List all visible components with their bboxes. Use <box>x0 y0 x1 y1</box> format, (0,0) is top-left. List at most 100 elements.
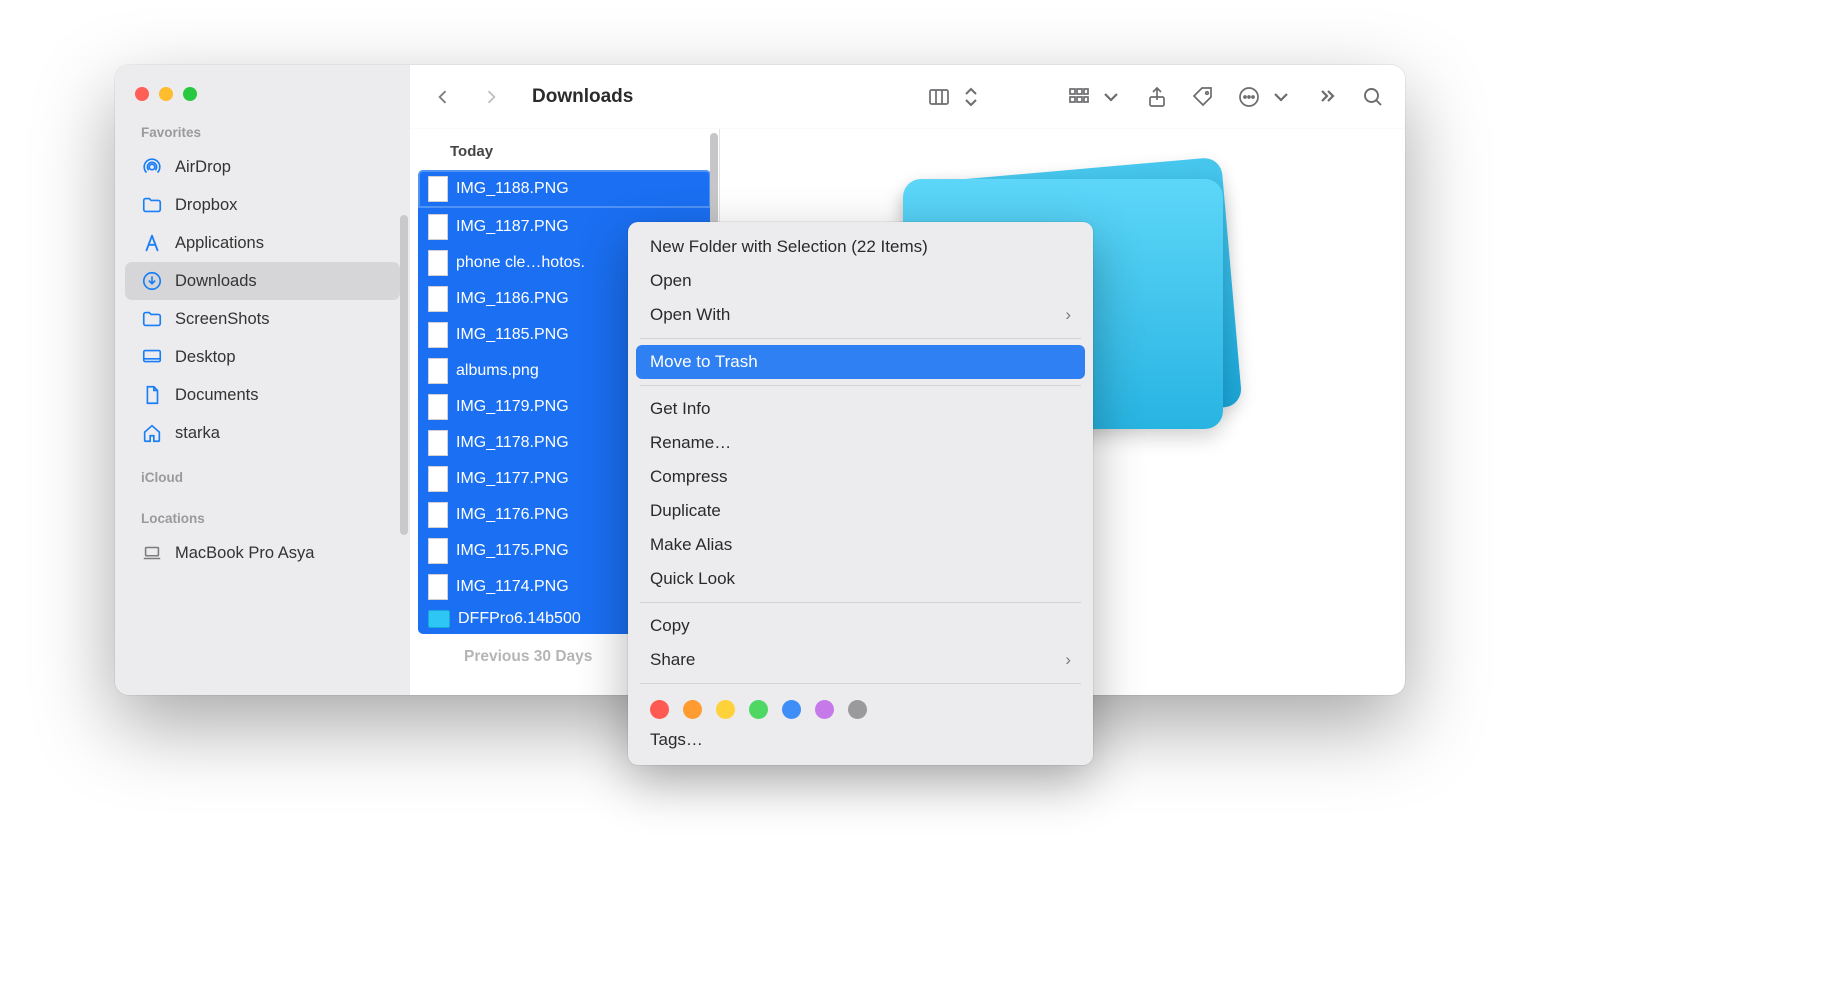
ctx-new-folder[interactable]: New Folder with Selection (22 Items) <box>636 230 1085 264</box>
file-thumb-icon <box>428 250 448 276</box>
ctx-duplicate[interactable]: Duplicate <box>636 494 1085 528</box>
doc-icon <box>141 384 163 406</box>
file-thumb-icon <box>428 214 448 240</box>
folder-icon <box>141 194 163 216</box>
folder-icon <box>428 610 450 628</box>
ctx-move-to-trash[interactable]: Move to Trash <box>636 345 1085 379</box>
ctx-separator <box>640 338 1081 339</box>
file-name: phone cle…hotos. <box>456 254 585 272</box>
file-name: albums.png <box>456 362 539 380</box>
ctx-copy[interactable]: Copy <box>636 609 1085 643</box>
tag-color[interactable] <box>749 700 768 719</box>
ctx-open-with[interactable]: Open With› <box>636 298 1085 332</box>
ctx-separator <box>640 683 1081 684</box>
tag-color[interactable] <box>716 700 735 719</box>
chevron-down-icon[interactable] <box>1099 85 1123 109</box>
ctx-tags[interactable]: Tags… <box>636 723 1085 757</box>
more-icon[interactable] <box>1237 85 1261 109</box>
file-name: IMG_1188.PNG <box>456 180 569 198</box>
file-thumb-icon <box>428 394 448 420</box>
forward-button[interactable] <box>478 84 504 110</box>
ctx-separator <box>640 602 1081 603</box>
search-icon[interactable] <box>1361 85 1385 109</box>
ctx-separator <box>640 385 1081 386</box>
tag-color[interactable] <box>782 700 801 719</box>
sidebar-item-screenshots[interactable]: ScreenShots <box>125 300 400 338</box>
sidebar-item-label: Dropbox <box>175 196 237 215</box>
context-menu: New Folder with Selection (22 Items) Ope… <box>628 222 1093 765</box>
file-name: IMG_1179.PNG <box>456 398 569 416</box>
file-name: IMG_1174.PNG <box>456 578 569 596</box>
sidebar-item-label: Downloads <box>175 272 257 291</box>
ctx-open[interactable]: Open <box>636 264 1085 298</box>
sidebar-item-starka[interactable]: starka <box>125 414 400 452</box>
file-name: IMG_1175.PNG <box>456 542 569 560</box>
sidebar-item-label: Documents <box>175 386 258 405</box>
view-updown-icon[interactable] <box>959 85 983 109</box>
sidebar: Favorites AirDrop Dropbox Applications Down… <box>115 65 410 695</box>
sidebar-scrollbar[interactable] <box>400 215 408 535</box>
file-name: IMG_1177.PNG <box>456 470 569 488</box>
tag-color[interactable] <box>815 700 834 719</box>
share-icon[interactable] <box>1145 85 1169 109</box>
sidebar-item-applications[interactable]: Applications <box>125 224 400 262</box>
sidebar-section-favorites: Favorites <box>115 123 410 148</box>
group-icon[interactable] <box>1067 85 1091 109</box>
group-header-today: Today <box>410 129 719 170</box>
file-row[interactable]: IMG_1188.PNG <box>418 170 711 208</box>
ctx-quick-look[interactable]: Quick Look <box>636 562 1085 596</box>
sidebar-item-label: AirDrop <box>175 158 231 177</box>
overflow-icon[interactable] <box>1315 85 1339 109</box>
sidebar-item-label: starka <box>175 424 220 443</box>
chevron-down-icon[interactable] <box>1269 85 1293 109</box>
tag-color[interactable] <box>683 700 702 719</box>
close-button[interactable] <box>135 87 149 101</box>
laptop-icon <box>141 542 163 564</box>
file-name: IMG_1185.PNG <box>456 326 569 344</box>
sidebar-item-documents[interactable]: Documents <box>125 376 400 414</box>
folder-icon <box>141 308 163 330</box>
file-thumb-icon <box>428 466 448 492</box>
file-name: IMG_1187.PNG <box>456 218 569 236</box>
ctx-share[interactable]: Share› <box>636 643 1085 677</box>
sidebar-item-airdrop[interactable]: AirDrop <box>125 148 400 186</box>
file-thumb-icon <box>428 430 448 456</box>
tag-color[interactable] <box>650 700 669 719</box>
toolbar: Downloads <box>410 65 1405 129</box>
tag-color[interactable] <box>848 700 867 719</box>
sidebar-item-dropbox[interactable]: Dropbox <box>125 186 400 224</box>
sidebar-item-label: MacBook Pro Asya <box>175 544 314 563</box>
sidebar-item-label: Applications <box>175 234 264 253</box>
ctx-get-info[interactable]: Get Info <box>636 392 1085 426</box>
file-thumb-icon <box>428 176 448 202</box>
back-button[interactable] <box>430 84 456 110</box>
minimize-button[interactable] <box>159 87 173 101</box>
file-thumb-icon <box>428 502 448 528</box>
tag-icon[interactable] <box>1191 85 1215 109</box>
sidebar-item-desktop[interactable]: Desktop <box>125 338 400 376</box>
sidebar-item-macbook-pro-asya[interactable]: MacBook Pro Asya <box>125 534 400 572</box>
ctx-compress[interactable]: Compress <box>636 460 1085 494</box>
maximize-button[interactable] <box>183 87 197 101</box>
view-columns-icon[interactable] <box>927 85 951 109</box>
traffic-lights <box>115 77 410 123</box>
home-icon <box>141 422 163 444</box>
chevron-right-icon: › <box>1065 305 1071 325</box>
window-title: Downloads <box>532 86 633 108</box>
file-thumb-icon <box>428 358 448 384</box>
file-name: DFFPro6.14b500 <box>458 610 581 628</box>
sidebar-item-downloads[interactable]: Downloads <box>125 262 400 300</box>
sidebar-section-locations: Locations <box>115 493 410 534</box>
ctx-tag-colors <box>636 690 1085 723</box>
desktop-icon <box>141 346 163 368</box>
file-thumb-icon <box>428 574 448 600</box>
ctx-rename[interactable]: Rename… <box>636 426 1085 460</box>
sidebar-item-label: Desktop <box>175 348 236 367</box>
file-name: IMG_1176.PNG <box>456 506 569 524</box>
download-icon <box>141 270 163 292</box>
ctx-make-alias[interactable]: Make Alias <box>636 528 1085 562</box>
sidebar-item-label: ScreenShots <box>175 310 269 329</box>
airdrop-icon <box>141 156 163 178</box>
file-thumb-icon <box>428 286 448 312</box>
file-name: IMG_1178.PNG <box>456 434 569 452</box>
